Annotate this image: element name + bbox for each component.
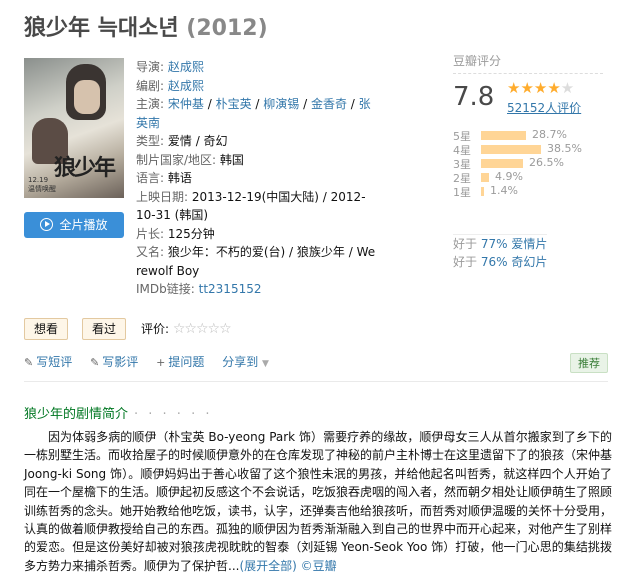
rating-bar bbox=[481, 173, 489, 182]
rating-row: 2星 4.9% bbox=[453, 170, 523, 185]
ask-question-button[interactable]: + 提问题 bbox=[156, 355, 204, 369]
pencil-icon: ✎ bbox=[90, 356, 100, 369]
rating-stars: ★★★★★ bbox=[507, 79, 574, 97]
page-title: 狼少年 늑대소년 (2012) bbox=[24, 10, 268, 42]
comment-icon: ✎ bbox=[24, 356, 34, 369]
play-label: 全片播放 bbox=[59, 218, 108, 232]
star-icon: ★★★★ bbox=[507, 79, 561, 97]
divider bbox=[24, 381, 608, 382]
play-icon bbox=[40, 218, 54, 231]
rating-distribution: 5星 28.7% 4星 38.5% 3星 26.5% 2星 4.9% 1星 1.4% bbox=[453, 128, 613, 199]
expand-link[interactable]: (展开全部) bbox=[239, 559, 296, 573]
write-review-button[interactable]: ✎ 写影评 bbox=[90, 355, 138, 369]
seen-button[interactable]: 看过 bbox=[82, 318, 127, 340]
plus-icon: + bbox=[156, 356, 166, 369]
write-short-comment-button[interactable]: ✎ 写短评 bbox=[24, 355, 72, 369]
rating-panel: 豆瓣评分 7.8 ★★★★★ 52152人评价 bbox=[453, 52, 613, 115]
info-country: 制片国家/地区: 韩国 bbox=[136, 152, 244, 167]
writer-link[interactable]: 赵成熙 bbox=[168, 79, 204, 93]
cast-link[interactable]: 金香奇 bbox=[311, 97, 347, 111]
rating-score: 7.8 bbox=[453, 82, 495, 112]
rating-row: 1星 1.4% bbox=[453, 184, 518, 199]
info-cast: 主演: 宋仲基 / 朴宝英 / 柳演锡 / 金香奇 / 张英南 bbox=[136, 97, 371, 130]
poster-figure-face bbox=[74, 80, 100, 114]
info-writer: 编剧: 赵成熙 bbox=[136, 78, 204, 93]
operations-bar: ✎ 写短评 ✎ 写影评 + 提问题 分享到 ▼ bbox=[24, 353, 283, 370]
poster-title: 狼少年 bbox=[54, 155, 116, 181]
rating-bar bbox=[481, 145, 541, 154]
want-to-see-button[interactable]: 想看 bbox=[24, 318, 69, 340]
info-language: 语言: 韩语 bbox=[136, 171, 192, 185]
movie-poster[interactable]: 狼少年 12.19 温情唤醒 bbox=[24, 58, 124, 198]
rate-stars[interactable]: ☆☆☆☆☆ bbox=[173, 321, 232, 337]
star-empty-icon: ★ bbox=[560, 79, 575, 97]
info-imdb: IMDb链接: tt2315152 bbox=[136, 282, 262, 296]
rating-row: 3星 26.5% bbox=[453, 156, 564, 171]
play-full-button[interactable]: 全片播放 bbox=[24, 212, 124, 238]
synopsis-text: 因为体弱多病的顺伊（朴宝英 Bo-yeong Park 饰）需要疗养的缘故，顺伊… bbox=[24, 430, 613, 573]
user-rating: 评价: ☆☆☆☆☆ bbox=[141, 321, 232, 337]
copyright-link[interactable]: ©豆瓣 bbox=[301, 559, 337, 573]
director-link[interactable]: 赵成熙 bbox=[168, 60, 204, 74]
imdb-link[interactable]: tt2315152 bbox=[199, 282, 262, 296]
info-genre: 类型: 爱情 / 奇幻 bbox=[136, 134, 228, 148]
info-director: 导演: 赵成熙 bbox=[136, 60, 204, 74]
rating-row: 5星 28.7% bbox=[453, 128, 567, 143]
better-fantasy-link[interactable]: 76% 奇幻片 bbox=[481, 255, 548, 269]
info-runtime: 片长: 125分钟 bbox=[136, 226, 215, 241]
info-release: 上映日期: 2013-12-19(中国大陆) / 2012-10-31 (韩国) bbox=[136, 189, 366, 223]
rating-row: 4星 38.5% bbox=[453, 142, 582, 157]
better-than: 好于 77% 爱情片 好于 76% 奇幻片 bbox=[453, 234, 548, 271]
rating-bar bbox=[481, 187, 484, 196]
rating-header: 豆瓣评分 bbox=[453, 52, 603, 74]
cast-link[interactable]: 柳演锡 bbox=[263, 97, 299, 111]
rating-bar bbox=[481, 159, 523, 168]
synopsis-heading: 狼少年的剧情简介 · · · · · · bbox=[24, 407, 213, 422]
better-romance-link[interactable]: 77% 爱情片 bbox=[481, 237, 548, 251]
movie-year: (2012) bbox=[186, 16, 268, 41]
recommend-button[interactable]: 推荐 bbox=[570, 353, 608, 373]
poster-date: 12.19 温情唤醒 bbox=[28, 176, 56, 193]
rating-bar bbox=[481, 131, 526, 140]
movie-info: 导演: 赵成熙 编剧: 赵成熙 主演: 宋仲基 / 朴宝英 / 柳演锡 / 金香… bbox=[136, 58, 376, 299]
chevron-down-icon: ▼ bbox=[262, 359, 269, 369]
cast-link[interactable]: 宋仲基 bbox=[168, 97, 204, 111]
movie-title: 狼少年 늑대소년 bbox=[24, 16, 179, 41]
rating-votes-link[interactable]: 52152人评价 bbox=[507, 99, 581, 116]
share-button[interactable]: 分享到 ▼ bbox=[222, 355, 269, 369]
cast-link[interactable]: 朴宝英 bbox=[216, 97, 252, 111]
info-aka: 又名: 狼少年：不朽的爱(台) / 狼族少年 / Werewolf Boy bbox=[136, 245, 376, 278]
